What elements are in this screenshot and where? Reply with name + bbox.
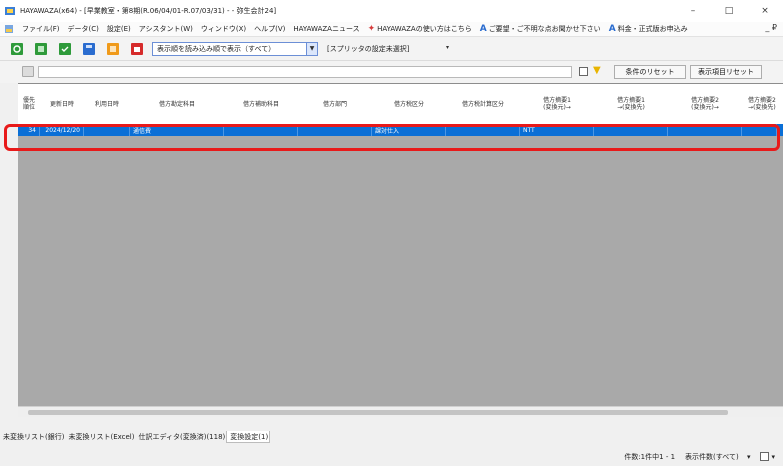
col-header-memo1-dst[interactable]: 借方摘要1 →(変換先) — [594, 84, 668, 124]
letter-a-icon: A — [608, 24, 616, 34]
add-button[interactable] — [34, 42, 48, 56]
col-header-debit-tax[interactable]: 借方税区分 — [372, 84, 446, 124]
copy-icon — [59, 42, 71, 55]
export-button[interactable] — [106, 42, 120, 56]
display-count-label: 表示件数(すべて) — [685, 452, 739, 461]
col-header-debit-sub[interactable]: 借方補助科目 — [224, 84, 298, 124]
hayawaza-logo-icon: ✦ — [367, 24, 376, 34]
col-header-used[interactable]: 利用日時 — [84, 84, 130, 124]
save-icon — [83, 42, 95, 55]
col-header-memo2-src[interactable]: 借方摘要2 (変換元)→ — [668, 84, 742, 124]
menu-howto-label: HAYAWAZAの使い方はこちら — [377, 25, 472, 33]
sort-order-value: 表示順を読み込み順で表示（すべて） — [157, 44, 276, 53]
status-checkbox[interactable] — [760, 452, 770, 461]
menu-request[interactable]: A ご要望・ご不明な点お聞かせ下さい — [476, 24, 605, 34]
filter-input[interactable] — [38, 66, 572, 78]
horizontal-scrollbar[interactable] — [18, 406, 783, 417]
minimize-button[interactable]: – — [675, 0, 711, 22]
menu-help[interactable]: ヘルプ(V) — [250, 24, 289, 34]
menu-data[interactable]: データ(C) — [64, 24, 103, 34]
menu-price-label: 料金・正式版お申込み — [617, 25, 688, 33]
mdi-window-controls[interactable]: _ ₽ — [765, 23, 777, 32]
close-button[interactable]: × — [747, 0, 783, 22]
menu-price[interactable]: A 料金・正式版お申込み — [605, 24, 692, 34]
funnel-icon[interactable]: ▼ — [593, 65, 601, 76]
chevron-down-icon: ▼ — [306, 42, 317, 55]
title-bar: HAYAWAZA(x64) - [早業教室・第8期(R.06/04/01-R.0… — [0, 0, 783, 22]
row-highlight-outline — [4, 124, 780, 151]
filter-toggle-icon[interactable] — [22, 66, 34, 77]
reset-columns-button[interactable]: 表示項目リセット — [690, 65, 762, 79]
window-controls: – □ × — [675, 0, 783, 22]
tab-unconverted-bank[interactable]: 未変換リスト(銀行) — [0, 431, 65, 443]
record-count: 件数:1件中1 - 1 — [624, 452, 676, 461]
export-icon — [107, 42, 119, 55]
col-header-memo2-dst[interactable]: 借方摘要2 →(変換先) — [742, 84, 777, 124]
col-header-debit-taxcalc[interactable]: 借方税計算区分 — [446, 84, 520, 124]
maximize-button[interactable]: □ — [711, 0, 747, 22]
col-header-debit-account[interactable]: 借方勘定科目 — [130, 84, 224, 124]
letter-a-icon: A — [479, 24, 487, 34]
menu-howto[interactable]: ✦ HAYAWAZAの使い方はこちら — [364, 24, 476, 34]
refresh-icon — [11, 42, 23, 55]
app-icon — [5, 7, 15, 15]
menu-request-label: ご要望・ご不明な点お聞かせ下さい — [488, 25, 601, 33]
tab-conversion-settings[interactable]: 変換設定(1) — [226, 431, 271, 443]
col-header-debit-dept[interactable]: 借方部門 — [298, 84, 372, 124]
menu-file[interactable]: ファイル(F) — [18, 24, 64, 34]
window-title: HAYAWAZA(x64) - [早業教室・第8期(R.06/04/01-R.0… — [20, 7, 277, 15]
splitter-value: [スプリッタの設定未選択] — [327, 44, 410, 53]
col-header-priority[interactable]: 優先 順位 — [18, 84, 40, 124]
status-bar: 件数:1件中1 - 1 表示件数(すべて) ▾ ▾ — [0, 447, 783, 466]
copy-button[interactable] — [58, 42, 72, 56]
display-count-select[interactable]: 表示件数(すべて) ▾ — [685, 452, 750, 462]
chevron-down-icon: ▾ — [445, 44, 449, 51]
menu-settings[interactable]: 設定(E) — [103, 24, 135, 34]
delete-icon — [131, 42, 143, 55]
menu-news[interactable]: HAYAWAZAニュース — [289, 24, 363, 34]
toolbar: 表示順を読み込み順で表示（すべて） ▼ [スプリッタの設定未選択] ▾ — [0, 37, 783, 61]
sort-order-select[interactable]: 表示順を読み込み順で表示（すべて） ▼ — [152, 41, 318, 56]
chevron-down-icon[interactable]: ▾ — [771, 453, 775, 461]
refresh-button[interactable] — [10, 42, 24, 56]
menu-window[interactable]: ウィンドウ(X) — [197, 24, 250, 34]
add-row-icon — [35, 42, 47, 55]
delete-button[interactable] — [130, 42, 144, 56]
col-header-memo1-src[interactable]: 借方摘要1 (変換元)→ — [520, 84, 594, 124]
grid-header-row: 優先 順位 更新日時 利用日時 借方勘定科目 借方補助科目 借方部門 借方税区分 … — [18, 84, 783, 124]
save-button[interactable] — [82, 42, 96, 56]
filter-bar: ▼ 条件のリセット 表示項目リセット — [0, 61, 783, 83]
splitter-select[interactable]: [スプリッタの設定未選択] ▾ — [323, 42, 471, 56]
tab-journal-editor[interactable]: 仕訳エディタ(変換済)(118) — [135, 431, 226, 443]
document-icon — [5, 25, 13, 33]
tab-unconverted-excel[interactable]: 未変換リスト(Excel) — [65, 431, 135, 443]
menu-bar: ファイル(F) データ(C) 設定(E) アシスタント(W) ウィンドウ(X) … — [0, 22, 783, 37]
filter-checkbox[interactable] — [579, 67, 588, 76]
chevron-down-icon: ▾ — [746, 452, 751, 461]
scrollbar-thumb[interactable] — [28, 410, 728, 415]
reset-conditions-button[interactable]: 条件のリセット — [614, 65, 686, 79]
menu-assistant[interactable]: アシスタント(W) — [135, 24, 197, 34]
col-header-updated[interactable]: 更新日時 — [40, 84, 84, 124]
sheet-tabs: 未変換リスト(銀行) 未変換リスト(Excel) 仕訳エディタ(変換済)(118… — [0, 430, 783, 444]
